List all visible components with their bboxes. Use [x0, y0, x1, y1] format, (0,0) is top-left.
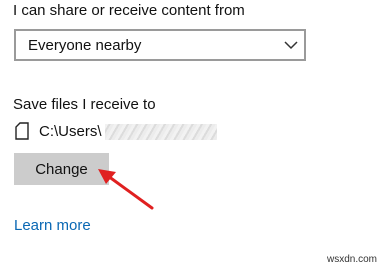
- file-icon: [15, 122, 29, 140]
- share-from-dropdown[interactable]: Everyone nearby: [14, 29, 306, 61]
- save-location-row: C:\Users\: [13, 122, 233, 142]
- chevron-down-icon: [284, 41, 298, 50]
- redacted-username: [105, 124, 217, 140]
- watermark-text: wsxdn.com: [326, 254, 377, 265]
- nearby-sharing-settings: I can share or receive content from Ever…: [0, 0, 383, 271]
- learn-more-link[interactable]: Learn more: [14, 217, 91, 235]
- save-files-label: Save files I receive to: [13, 96, 156, 113]
- save-path-text: C:\Users\: [39, 123, 102, 140]
- share-receive-label: I can share or receive content from: [13, 2, 245, 19]
- dropdown-selected-value: Everyone nearby: [28, 37, 142, 54]
- red-arrow-icon: [98, 169, 154, 210]
